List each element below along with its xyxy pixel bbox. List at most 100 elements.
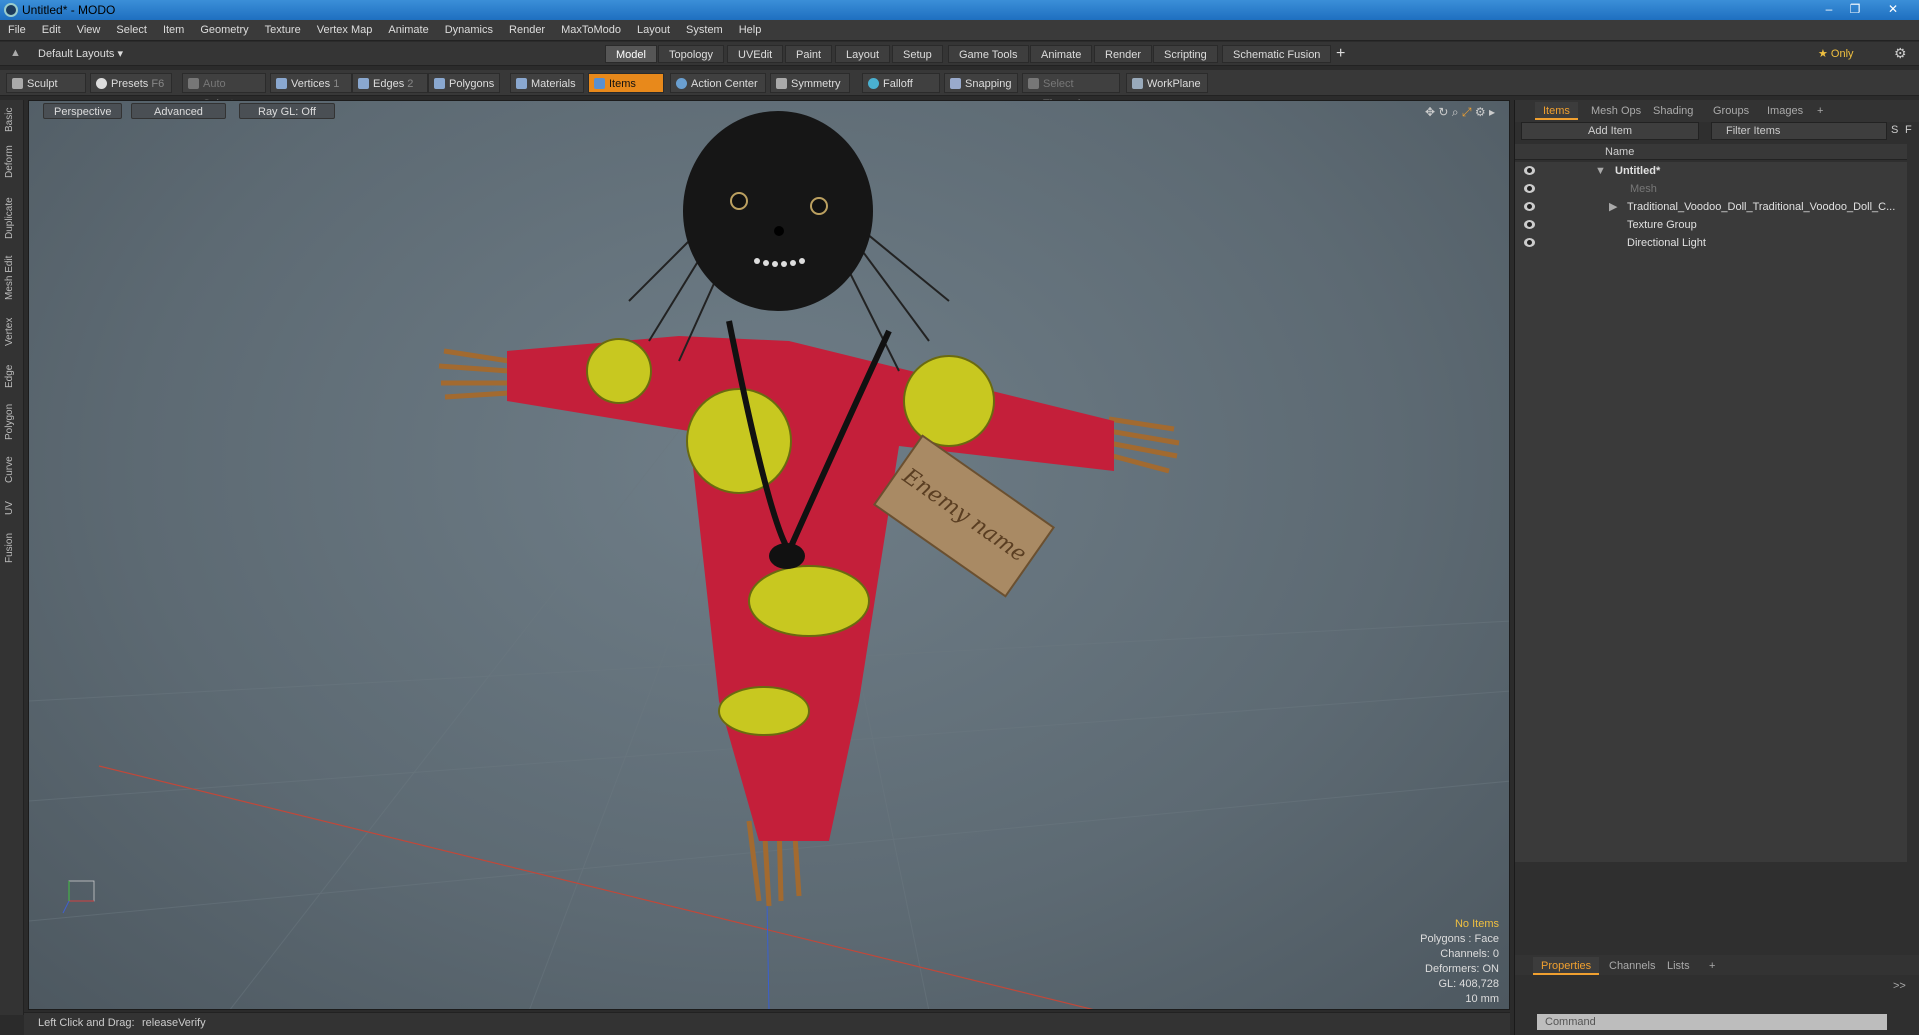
action-center-button[interactable]: Action Center	[670, 73, 766, 93]
item-row-mesh[interactable]: Mesh	[1515, 180, 1905, 198]
menu-layout[interactable]: Layout	[629, 20, 678, 41]
menu-geometry[interactable]: Geometry	[192, 20, 256, 41]
menu-animate[interactable]: Animate	[380, 20, 436, 41]
tab-model[interactable]: Model	[605, 45, 657, 63]
visibility-eye-icon[interactable]	[1524, 184, 1535, 193]
tab-setup[interactable]: Setup	[892, 45, 943, 63]
add-properties-tab[interactable]: +	[1701, 957, 1723, 975]
visibility-eye-icon[interactable]	[1524, 202, 1535, 211]
tab-items[interactable]: Items	[1535, 102, 1578, 120]
vtab-polygon[interactable]: Polygon	[4, 402, 20, 442]
vtab-curve[interactable]: Curve	[4, 455, 20, 485]
item-row-untitled[interactable]: ▼ Untitled*	[1515, 162, 1905, 180]
edges-button[interactable]: Edges 2	[352, 73, 428, 93]
menu-texture[interactable]: Texture	[257, 20, 309, 41]
menu-view[interactable]: View	[69, 20, 109, 41]
viewport-scene: Enemy name	[29, 111, 1509, 1009]
snapping-button[interactable]: Snapping	[944, 73, 1018, 93]
menu-edit[interactable]: Edit	[34, 20, 69, 41]
tab-layout[interactable]: Layout	[835, 45, 891, 63]
tab-shading[interactable]: Shading	[1645, 102, 1701, 120]
tab-images[interactable]: Images	[1759, 102, 1811, 120]
menu-file[interactable]: File	[0, 20, 34, 41]
vtab-mesh-edit[interactable]: Mesh Edit	[4, 255, 20, 301]
only-toggle[interactable]: ★ Only	[1818, 47, 1854, 60]
falloff-button[interactable]: Falloff	[862, 73, 940, 93]
menu-help[interactable]: Help	[731, 20, 770, 41]
vtab-deform[interactable]: Deform	[4, 144, 20, 180]
tab-schematic-fusion[interactable]: Schematic Fusion	[1222, 45, 1332, 63]
tab-topology[interactable]: Topology	[658, 45, 725, 63]
expand-button[interactable]: >>	[1893, 980, 1906, 992]
perspective-dropdown[interactable]: Perspective	[43, 103, 123, 119]
polygons-button[interactable]: Polygons	[428, 73, 500, 93]
menu-dynamics[interactable]: Dynamics	[437, 20, 501, 41]
item-row-directional-light[interactable]: Directional Light	[1515, 234, 1905, 252]
tab-uvedit[interactable]: UVEdit	[727, 45, 784, 63]
filter-items-input[interactable]: Filter Items	[1711, 122, 1887, 140]
tab-render[interactable]: Render	[1094, 45, 1153, 63]
layout-collapse-icon[interactable]: ▲	[10, 47, 21, 59]
default-layouts-dropdown[interactable]: Default Layouts ▾	[38, 47, 123, 60]
expand-arrow-icon[interactable]: ▼	[1595, 162, 1606, 180]
restore-button[interactable]: ❐	[1843, 1, 1867, 17]
advanced-dropdown[interactable]: Advanced	[131, 103, 226, 119]
auto-select-button[interactable]: Auto Select	[182, 73, 266, 110]
filter-s-button[interactable]: S	[1891, 124, 1898, 136]
symmetry-button[interactable]: Symmetry	[770, 73, 850, 93]
visibility-eye-icon[interactable]	[1524, 166, 1535, 175]
tab-mesh-ops[interactable]: Mesh Ops	[1583, 102, 1649, 120]
menu-render[interactable]: Render	[501, 20, 553, 41]
rotate-icon[interactable]: ↻	[1438, 105, 1448, 119]
3d-viewport[interactable]: Enemy name Perspective Advanced Ray GL: …	[28, 100, 1510, 1010]
presets-button[interactable]: Presets F6	[90, 73, 172, 93]
filter-f-button[interactable]: F	[1905, 124, 1912, 136]
menu-item[interactable]: Item	[155, 20, 192, 41]
name-column-header[interactable]: Name	[1605, 146, 1634, 158]
sculpt-button[interactable]: Sculpt	[6, 73, 86, 93]
tab-scripting[interactable]: Scripting	[1153, 45, 1218, 63]
more-arrow-icon[interactable]: ▸	[1489, 105, 1495, 119]
command-input[interactable]: Command	[1537, 1014, 1887, 1030]
menu-vertex-map[interactable]: Vertex Map	[309, 20, 381, 41]
tab-groups[interactable]: Groups	[1705, 102, 1757, 120]
vtab-vertex[interactable]: Vertex	[4, 316, 20, 348]
tab-properties[interactable]: Properties	[1533, 957, 1600, 975]
maximize-icon[interactable]: ⤢	[1462, 105, 1472, 119]
pan-icon[interactable]: ✥	[1425, 105, 1435, 119]
items-button[interactable]: Items	[588, 73, 664, 93]
vtab-fusion[interactable]: Fusion	[4, 530, 20, 566]
menu-system[interactable]: System	[678, 20, 731, 41]
minimize-button[interactable]: –	[1817, 1, 1841, 17]
raygl-toggle[interactable]: Ray GL: Off	[239, 103, 335, 119]
item-row-voodoo-doll[interactable]: ▶ Traditional_Voodoo_Doll_Traditional_Voo…	[1515, 198, 1905, 216]
viewport-settings-icon[interactable]: ⚙	[1475, 105, 1486, 119]
menu-maxtomodo[interactable]: MaxToModo	[553, 20, 629, 41]
gear-icon[interactable]: ⚙	[1894, 45, 1907, 62]
vertices-button[interactable]: Vertices 1	[270, 73, 352, 93]
vtab-uv[interactable]: UV	[4, 498, 20, 518]
tab-lists[interactable]: Lists	[1659, 957, 1698, 975]
menu-select[interactable]: Select	[108, 20, 155, 41]
tab-channels[interactable]: Channels	[1601, 957, 1663, 975]
visibility-eye-icon[interactable]	[1524, 220, 1535, 229]
vtab-basic[interactable]: Basic	[4, 106, 20, 134]
zoom-icon[interactable]: ⌕	[1452, 105, 1459, 119]
close-button[interactable]: ✕	[1881, 1, 1905, 17]
tab-paint[interactable]: Paint	[785, 45, 833, 63]
materials-button[interactable]: Materials	[510, 73, 584, 93]
add-item-dropdown[interactable]: Add Item	[1521, 122, 1699, 140]
tab-animate[interactable]: Animate	[1030, 45, 1093, 63]
add-tab-button[interactable]: +	[1336, 45, 1345, 63]
workplane-button[interactable]: WorkPlane	[1126, 73, 1208, 93]
visibility-eye-icon[interactable]	[1524, 238, 1535, 247]
x-axis-line	[98, 765, 1094, 1009]
add-panel-tab[interactable]: +	[1809, 102, 1831, 120]
expand-arrow-icon[interactable]: ▶	[1609, 198, 1617, 216]
tab-game-tools[interactable]: Game Tools	[948, 45, 1029, 63]
vtab-edge[interactable]: Edge	[4, 362, 20, 390]
select-through-button[interactable]: Select Through	[1022, 73, 1120, 110]
falloff-icon	[868, 78, 879, 89]
item-row-texture-group[interactable]: Texture Group	[1515, 216, 1905, 234]
vtab-duplicate[interactable]: Duplicate	[4, 194, 20, 242]
